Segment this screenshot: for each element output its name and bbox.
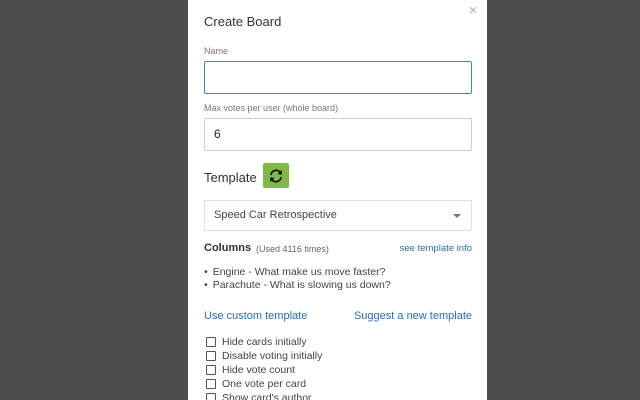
use-custom-template-link[interactable]: Use custom template	[204, 310, 307, 322]
option-label: Hide cards initially	[222, 336, 307, 348]
list-item: Parachute - What is slowing us down?	[204, 279, 391, 292]
checkbox[interactable]	[206, 365, 216, 375]
option-label: Show card's author	[222, 392, 312, 400]
columns-title: Columns	[204, 242, 252, 254]
columns-list: Engine - What make us move faster? Parac…	[204, 266, 391, 292]
checkbox[interactable]	[206, 351, 216, 361]
refresh-template-button[interactable]	[263, 163, 289, 188]
suggest-template-link[interactable]: Suggest a new template	[354, 310, 472, 322]
option-show-author[interactable]: Show card's author	[206, 392, 312, 400]
option-one-vote-per-card[interactable]: One vote per card	[206, 378, 306, 390]
list-item: Engine - What make us move faster?	[204, 266, 391, 279]
template-label: Template	[204, 170, 257, 185]
create-board-dialog: × Create Board Name Max votes per user (…	[188, 0, 487, 400]
columns-usage-count: (Used 4116 times)	[256, 244, 329, 254]
chevron-down-icon	[453, 214, 461, 218]
name-input[interactable]	[204, 61, 472, 94]
dialog-title: Create Board	[204, 14, 282, 29]
template-select[interactable]: Speed Car Retrospective	[204, 200, 472, 231]
option-label: Hide vote count	[222, 364, 295, 376]
option-disable-voting[interactable]: Disable voting initially	[206, 350, 322, 362]
see-template-info-link[interactable]: see template info	[400, 243, 472, 254]
option-hide-cards[interactable]: Hide cards initially	[206, 336, 307, 348]
close-icon[interactable]: ×	[467, 3, 479, 18]
template-select-value: Speed Car Retrospective	[214, 209, 337, 221]
checkbox[interactable]	[206, 337, 216, 347]
max-votes-input[interactable]: 6	[204, 118, 472, 151]
option-label: One vote per card	[222, 378, 307, 390]
refresh-icon	[270, 168, 282, 183]
name-label: Name	[204, 46, 229, 56]
checkbox[interactable]	[206, 393, 216, 400]
option-hide-vote-count[interactable]: Hide vote count	[206, 364, 295, 376]
option-label: Disable voting initially	[222, 350, 323, 362]
max-votes-label: Max votes per user (whole board)	[204, 103, 339, 113]
checkbox[interactable]	[206, 379, 216, 389]
